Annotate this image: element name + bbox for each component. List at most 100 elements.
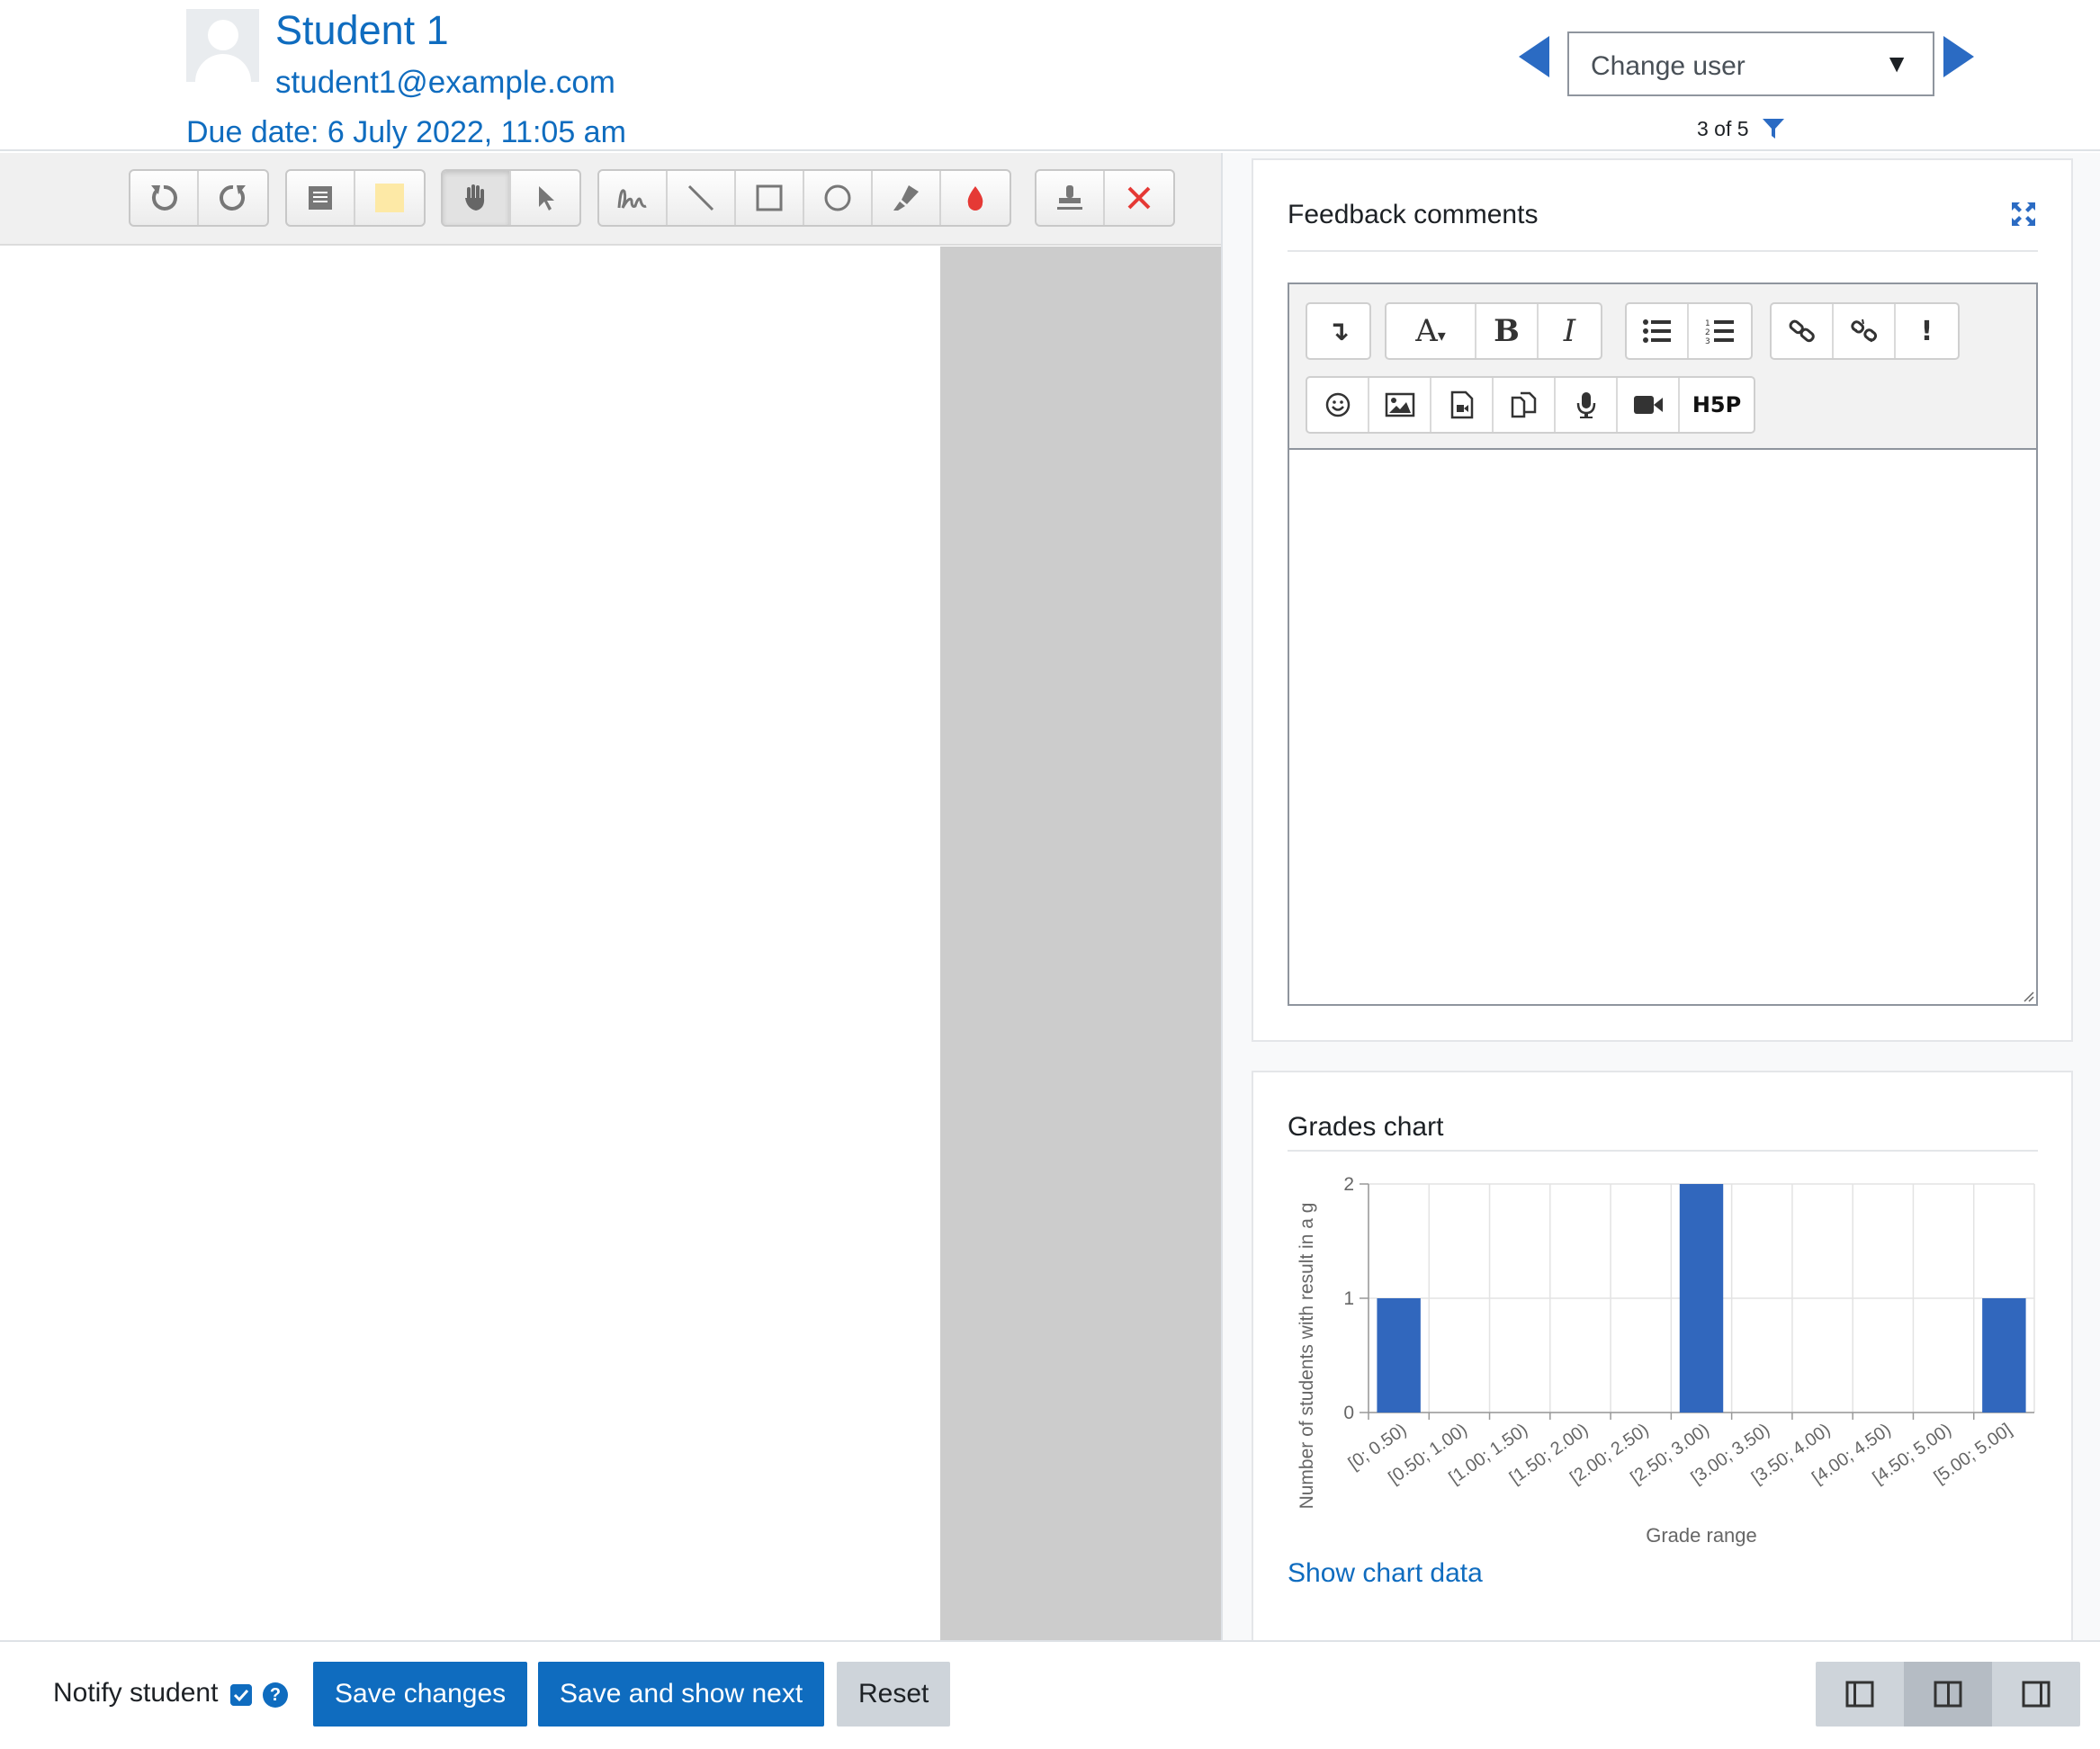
rotate-right-button[interactable] bbox=[199, 171, 267, 225]
pen-icon bbox=[617, 189, 647, 209]
link-icon bbox=[1789, 319, 1815, 343]
h5p-button[interactable]: H5P bbox=[1680, 378, 1754, 432]
image-icon bbox=[1385, 392, 1414, 417]
line-tool-button[interactable] bbox=[668, 171, 736, 225]
oval-icon bbox=[824, 184, 851, 211]
select-tool-button[interactable] bbox=[511, 171, 579, 225]
oval-tool-button[interactable] bbox=[804, 171, 873, 225]
previous-user-icon[interactable] bbox=[1517, 34, 1551, 79]
record-audio-button[interactable] bbox=[1556, 378, 1618, 432]
default-layout-button[interactable] bbox=[1904, 1662, 1992, 1727]
resize-handle-icon[interactable] bbox=[2020, 988, 2034, 1002]
italic-button[interactable]: I bbox=[1539, 304, 1601, 358]
comment-group bbox=[285, 169, 426, 227]
help-icon[interactable]: ? bbox=[263, 1682, 288, 1708]
rotate-group bbox=[129, 169, 269, 227]
panel-left-icon bbox=[1845, 1681, 1874, 1708]
comment-color-icon bbox=[375, 184, 404, 212]
emoji-button[interactable] bbox=[1307, 378, 1369, 432]
filter-icon[interactable] bbox=[1762, 117, 1785, 140]
student-email-link[interactable]: student1@example.com bbox=[275, 65, 615, 101]
italic-icon: I bbox=[1563, 313, 1576, 349]
record-audio-icon bbox=[1576, 392, 1595, 418]
emoji-icon bbox=[1325, 392, 1350, 417]
reset-button[interactable]: Reset bbox=[837, 1662, 951, 1727]
media-icon bbox=[1450, 390, 1473, 419]
comment-color-button[interactable] bbox=[355, 171, 424, 225]
editor-group-media: H5P bbox=[1306, 376, 1755, 434]
next-user-icon[interactable] bbox=[1942, 34, 1976, 79]
avatar bbox=[186, 9, 259, 82]
document-page[interactable] bbox=[0, 247, 940, 1640]
feedback-comments-card: Feedback comments ↴ A▾ B I 1 2 3 ! H5P bbox=[1252, 158, 2073, 1042]
grade-panel: Feedback comments ↴ A▾ B I 1 2 3 ! H5P G… bbox=[1221, 153, 2100, 1646]
show-more-icon: ↴ bbox=[1326, 315, 1351, 347]
editor-group-more: ↴ bbox=[1306, 302, 1371, 360]
document-viewer[interactable] bbox=[0, 247, 1221, 1640]
change-user-select[interactable]: Change user ▼ bbox=[1567, 31, 1934, 96]
ordered-list-button[interactable]: 123 bbox=[1689, 304, 1751, 358]
bar bbox=[1679, 1184, 1724, 1413]
rectangle-icon bbox=[756, 184, 783, 211]
rotate-left-button[interactable] bbox=[130, 171, 199, 225]
pen-tool-button[interactable] bbox=[599, 171, 668, 225]
annotation-color-icon bbox=[967, 186, 983, 211]
highlight-tool-button[interactable] bbox=[873, 171, 941, 225]
panel-right-icon bbox=[2022, 1681, 2051, 1708]
record-video-icon bbox=[1633, 396, 1663, 414]
divider bbox=[1288, 250, 2038, 252]
pan-tool-button[interactable] bbox=[443, 171, 511, 225]
notify-student-checkbox[interactable] bbox=[230, 1684, 252, 1706]
grades-chart: 012[0; 0.50)[0.50; 1.00)[1.00; 1.50)[1.5… bbox=[1297, 1174, 2035, 1547]
comment-search-icon bbox=[309, 186, 332, 210]
stamp-delete-button[interactable] bbox=[1105, 171, 1173, 225]
media-button[interactable] bbox=[1431, 378, 1494, 432]
drawing-tools-group bbox=[597, 169, 1011, 227]
image-button[interactable] bbox=[1369, 378, 1431, 432]
y-axis-label: Number of students with result in a g bbox=[1297, 1203, 1317, 1510]
feedback-comments-title: Feedback comments bbox=[1288, 200, 1539, 229]
change-user-placeholder: Change user bbox=[1591, 51, 1746, 81]
editor-group-lists: 123 bbox=[1625, 302, 1753, 360]
svg-text:3: 3 bbox=[1705, 337, 1710, 345]
student-name-link[interactable]: Student 1 bbox=[275, 7, 449, 54]
feedback-textarea[interactable] bbox=[1289, 452, 2036, 1004]
annotation-color-button[interactable] bbox=[941, 171, 1010, 225]
svg-text:2: 2 bbox=[1705, 328, 1710, 337]
unlink-button[interactable] bbox=[1834, 304, 1896, 358]
stamp-icon bbox=[1057, 185, 1082, 210]
rectangle-tool-button[interactable] bbox=[736, 171, 804, 225]
bar bbox=[1377, 1298, 1421, 1413]
stamp-delete-icon bbox=[1127, 186, 1151, 210]
x-axis-label: Grade range bbox=[1646, 1524, 1757, 1547]
chevron-down-icon: ▼ bbox=[1884, 49, 1909, 77]
y-tick-label: 1 bbox=[1343, 1288, 1354, 1309]
divider bbox=[1288, 1150, 2038, 1152]
rotate-right-icon bbox=[220, 184, 246, 211]
editor-group-style: A▾ B I bbox=[1385, 302, 1602, 360]
grader-header: Student 1 student1@example.com Due date:… bbox=[0, 0, 2100, 151]
accessibility-checker-button[interactable]: ! bbox=[1896, 304, 1958, 358]
save-and-show-next-button[interactable]: Save and show next bbox=[538, 1662, 825, 1727]
link-button[interactable] bbox=[1772, 304, 1834, 358]
collapse-review-panel-button[interactable] bbox=[1992, 1662, 2080, 1727]
record-video-button[interactable] bbox=[1618, 378, 1680, 432]
unordered-list-button[interactable] bbox=[1627, 304, 1689, 358]
comment-search-button[interactable] bbox=[287, 171, 355, 225]
paragraph-styles-button[interactable]: A▾ bbox=[1387, 304, 1476, 358]
grading-actions: Notify student ? Save changes Save and s… bbox=[0, 1640, 2100, 1749]
panel-split-icon bbox=[1934, 1681, 1962, 1708]
bold-button[interactable]: B bbox=[1476, 304, 1539, 358]
collapse-grade-panel-button[interactable] bbox=[1816, 1662, 1904, 1727]
show-chart-data-link[interactable]: Show chart data bbox=[1288, 1558, 1483, 1589]
save-changes-button[interactable]: Save changes bbox=[313, 1662, 528, 1727]
line-icon bbox=[687, 184, 714, 211]
show-more-button[interactable]: ↴ bbox=[1307, 304, 1369, 358]
unlink-icon bbox=[1850, 318, 1877, 343]
stamp-tool-button[interactable] bbox=[1037, 171, 1105, 225]
h5p-icon: H5P bbox=[1692, 392, 1742, 417]
annotation-pane bbox=[0, 153, 1221, 1640]
annotation-toolbar bbox=[0, 153, 1221, 246]
manage-files-button[interactable] bbox=[1494, 378, 1556, 432]
expand-icon[interactable] bbox=[2009, 200, 2038, 229]
